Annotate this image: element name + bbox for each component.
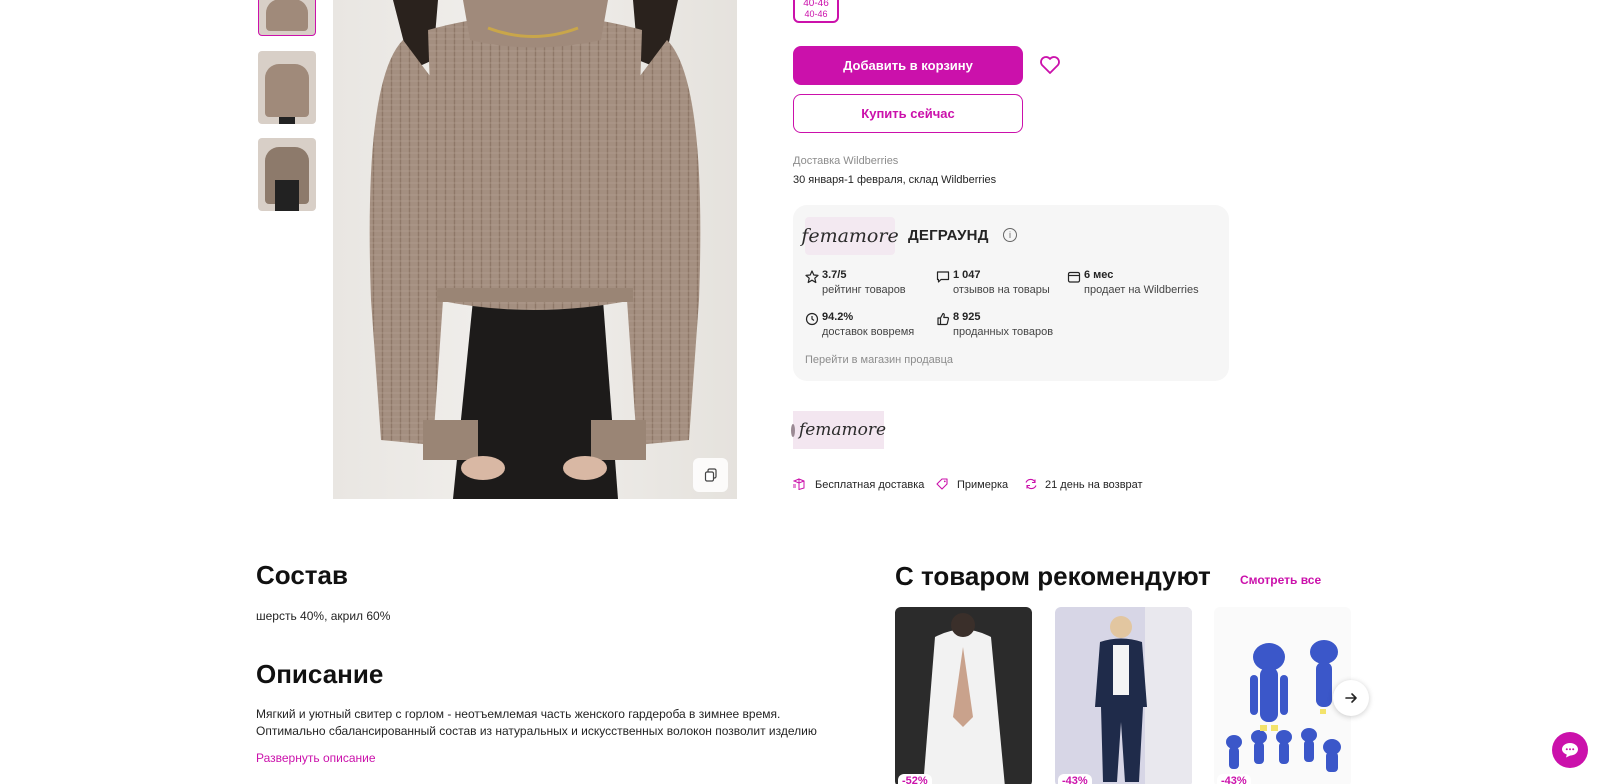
size-primary: 40-46 bbox=[803, 0, 829, 9]
delivery-label: Доставка Wildberries bbox=[793, 155, 899, 167]
expand-description-link[interactable]: Развернуть описание bbox=[256, 751, 376, 765]
add-to-cart-button[interactable]: Добавить в корзину bbox=[793, 46, 1023, 85]
discount-badge: -43% bbox=[1058, 774, 1092, 784]
brand-ring-icon bbox=[790, 423, 795, 437]
seller-name[interactable]: ДЕГРАУНД bbox=[908, 227, 989, 244]
perk-label: Примерка bbox=[957, 479, 1009, 491]
stat-value: 3.7/5 bbox=[822, 269, 847, 281]
seller-logo[interactable]: femamore bbox=[801, 217, 899, 255]
carousel-next-button[interactable] bbox=[1333, 680, 1369, 716]
thumbnail-3[interactable] bbox=[258, 138, 316, 211]
product-main-image[interactable] bbox=[333, 0, 737, 499]
see-all-link[interactable]: Смотреть все bbox=[1240, 573, 1321, 587]
stat-value: 6 мес bbox=[1084, 269, 1114, 281]
thumbnail-pants-shape bbox=[278, 116, 296, 124]
perk-free-delivery: Бесплатная доставка bbox=[793, 478, 924, 491]
brand-logo[interactable]: femamore bbox=[790, 411, 887, 449]
arrow-right-icon bbox=[1345, 693, 1357, 703]
product-photo bbox=[1095, 607, 1192, 784]
thumbs-up-icon bbox=[937, 312, 950, 326]
stat-label: проданных товаров bbox=[953, 326, 1054, 338]
description-line-2: Оптимально сбалансированный состав из на… bbox=[256, 724, 817, 738]
brand-logo-text: femamore bbox=[798, 420, 887, 440]
calendar-icon bbox=[1067, 271, 1081, 283]
sweater-illustration bbox=[369, 0, 701, 499]
stat-value: 94.2% bbox=[822, 311, 854, 323]
stat-value: 8 925 bbox=[953, 311, 981, 323]
stat-label: доставок вовремя bbox=[822, 326, 915, 338]
product-photo bbox=[923, 613, 1005, 784]
thumbnail-1[interactable] bbox=[258, 0, 316, 36]
description-line-1: Мягкий и уютный свитер с горлом - неотъе… bbox=[256, 707, 781, 721]
recommend-card[interactable]: -43% bbox=[1055, 607, 1192, 784]
discount-badge: -43% bbox=[1217, 774, 1251, 784]
copy-image-button[interactable] bbox=[693, 458, 728, 492]
chat-bubble-icon bbox=[936, 271, 950, 283]
thumbnail-sweater-shape bbox=[264, 64, 310, 117]
stat-label: отзывов на товары bbox=[953, 284, 1050, 296]
heart-icon[interactable] bbox=[1039, 55, 1061, 75]
recommend-title: С товаром рекомендуют bbox=[895, 561, 1211, 591]
perk-fitting: Примерка bbox=[935, 478, 1008, 491]
tag-icon bbox=[936, 478, 948, 490]
chat-icon bbox=[1562, 743, 1578, 758]
stat-value: 1 047 bbox=[953, 269, 981, 281]
delivery-date: 30 января-1 февраля, склад Wildberries bbox=[793, 174, 997, 186]
seller-card: femamore ДЕГРАУНД i 3.7/5 рейтинг товаро… bbox=[793, 205, 1229, 381]
return-icon bbox=[1025, 478, 1037, 490]
recommend-card[interactable]: -52% bbox=[895, 607, 1032, 784]
discount-badge: -52% bbox=[898, 774, 932, 784]
perk-label: Бесплатная доставка bbox=[815, 479, 925, 491]
product-photo bbox=[1226, 640, 1341, 772]
thumbnail-pants-shape bbox=[275, 180, 299, 211]
perk-label: 21 день на возврат bbox=[1045, 479, 1143, 491]
description-title: Описание bbox=[256, 659, 384, 689]
recommend-card[interactable]: -43% bbox=[1214, 607, 1351, 784]
chat-button[interactable] bbox=[1552, 732, 1588, 768]
info-icon[interactable]: i bbox=[1003, 228, 1017, 242]
clock-icon bbox=[805, 312, 819, 326]
buy-now-button[interactable]: Купить сейчас bbox=[793, 94, 1023, 133]
seller-store-link[interactable]: Перейти в магазин продавца bbox=[805, 354, 953, 366]
thumbnail-sweater-shape bbox=[265, 0, 309, 31]
copy-icon bbox=[704, 468, 717, 482]
size-option-selected[interactable]: 40-46 40-46 bbox=[793, 0, 839, 23]
composition-text: шерсть 40%, акрил 60% bbox=[256, 609, 391, 623]
composition-title: Состав bbox=[256, 560, 348, 590]
thumbnail-2[interactable] bbox=[258, 51, 316, 124]
stat-label: рейтинг товаров bbox=[822, 284, 906, 296]
size-secondary: 40-46 bbox=[804, 9, 828, 19]
stat-label: продает на Wildberries bbox=[1084, 284, 1199, 296]
star-icon bbox=[805, 270, 819, 284]
delivery-box-icon bbox=[793, 478, 805, 490]
perk-return: 21 день на возврат bbox=[1023, 478, 1143, 491]
